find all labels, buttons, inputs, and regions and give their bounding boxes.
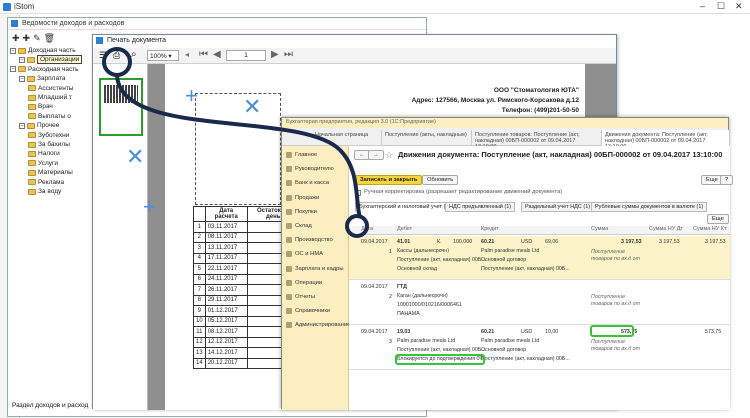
annotation-overlay [102, 47, 369, 238]
highlight-circle-target [345, 214, 369, 238]
curved-arrow [115, 74, 362, 219]
highlight-circle [102, 47, 132, 77]
